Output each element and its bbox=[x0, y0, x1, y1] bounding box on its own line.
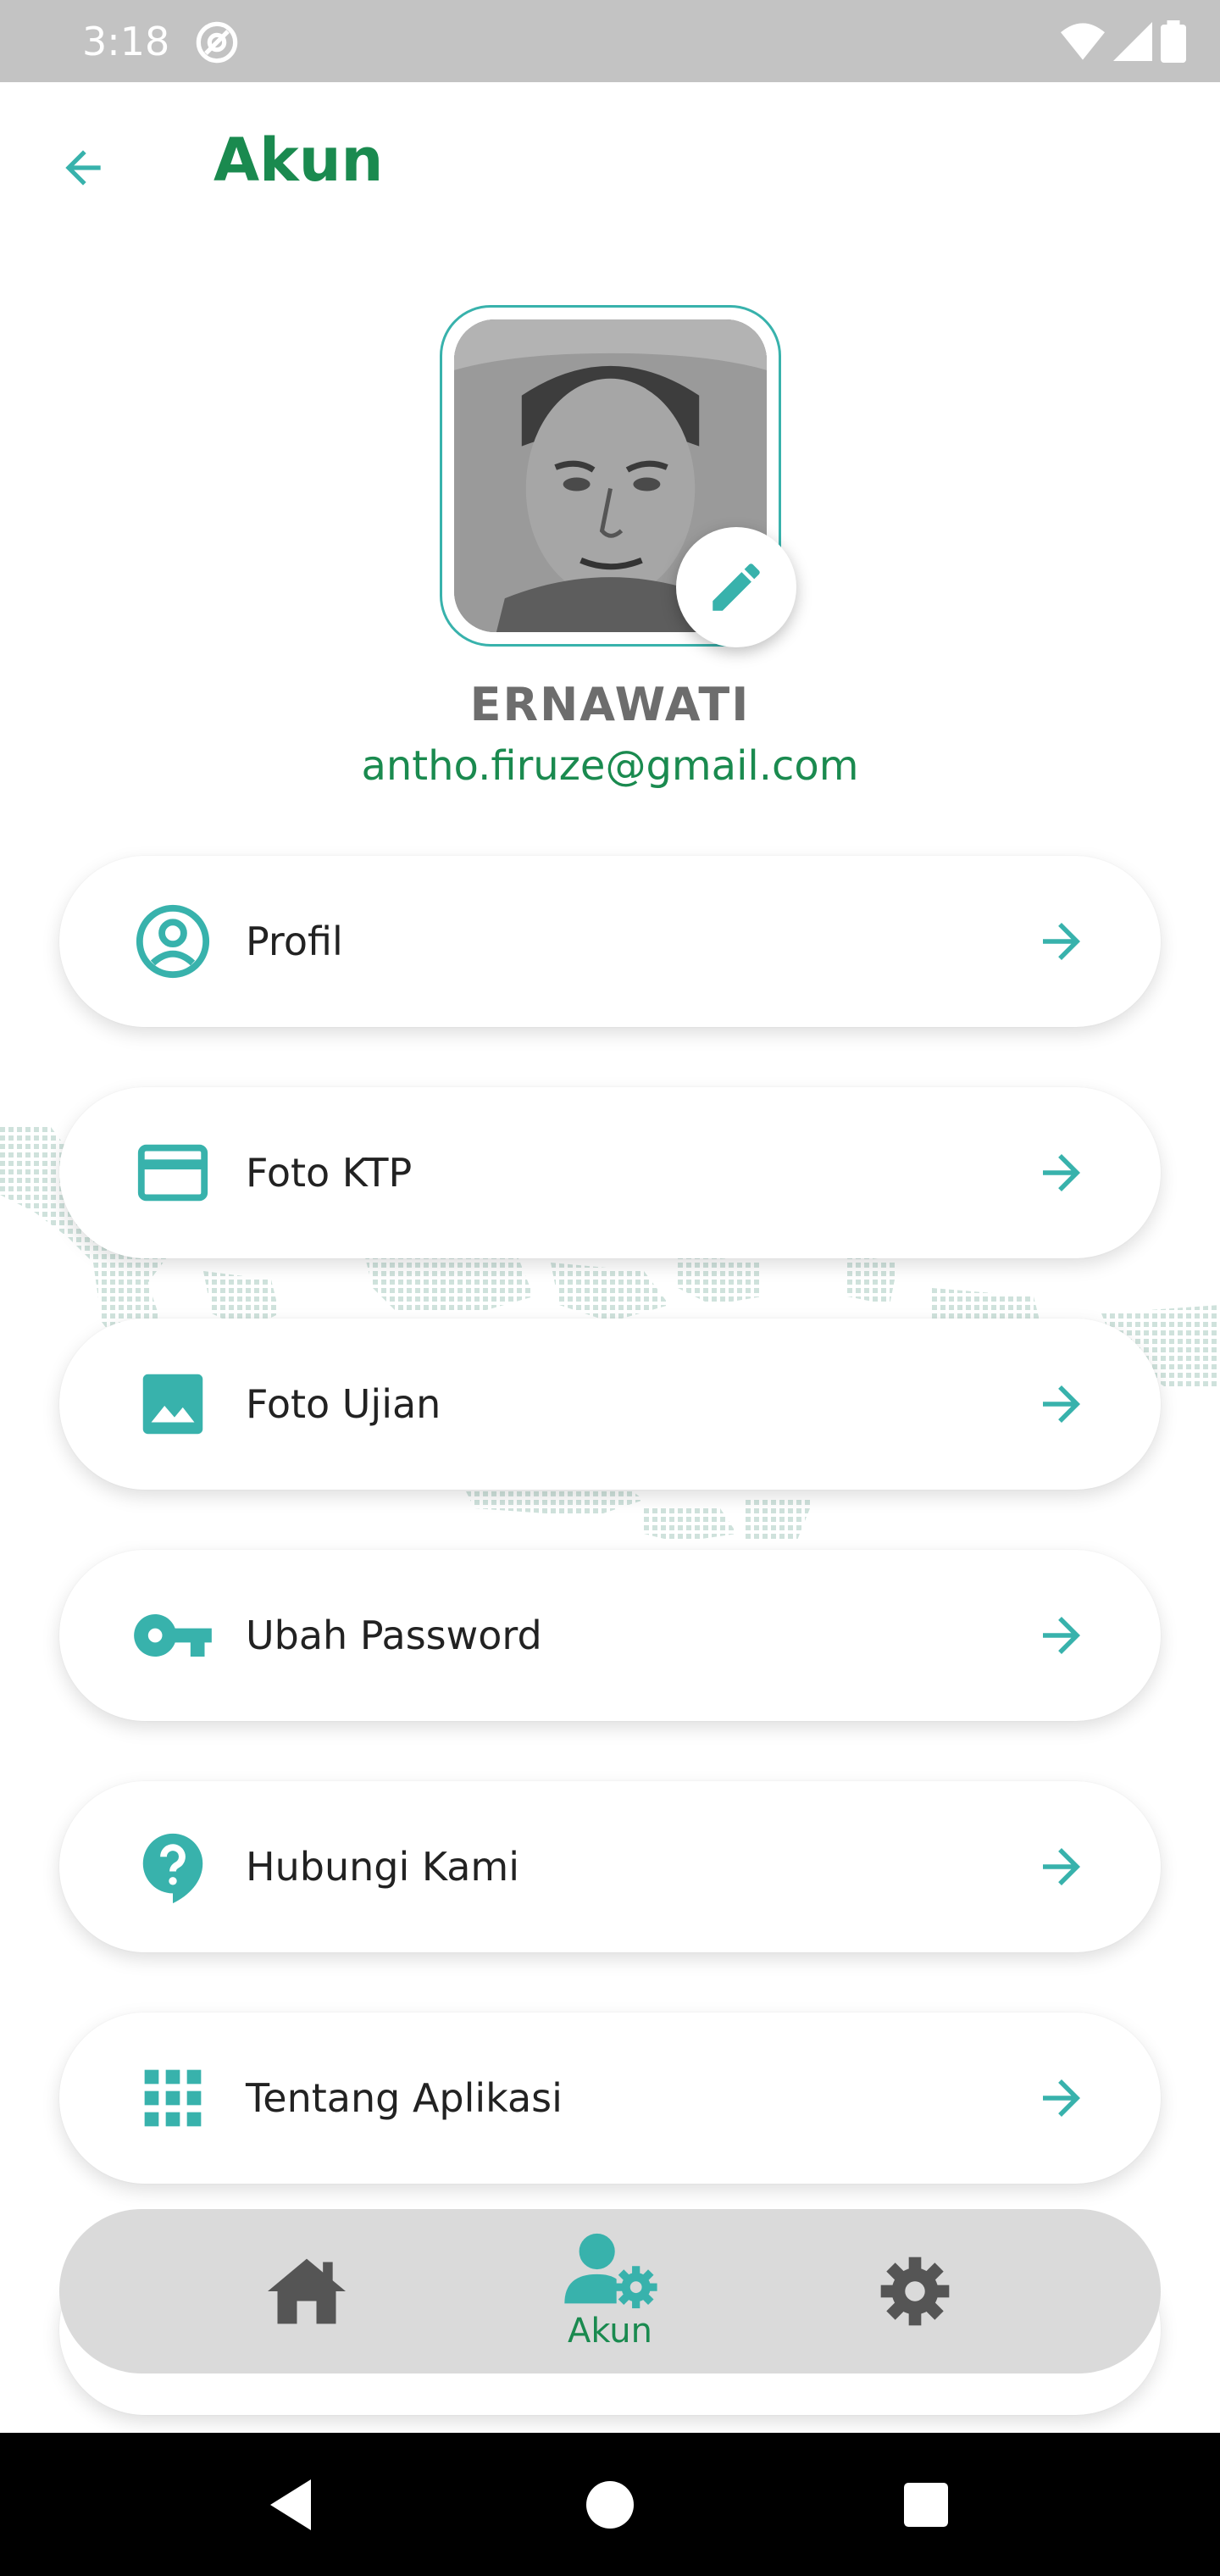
nav-settings[interactable] bbox=[788, 2209, 1042, 2373]
menu-item-label: Foto KTP bbox=[246, 1150, 413, 1196]
wifi-icon bbox=[1061, 23, 1105, 60]
key-icon bbox=[130, 1593, 215, 1678]
menu-item-foto-ktp[interactable]: Foto KTP bbox=[59, 1087, 1161, 1258]
nav-akun[interactable]: Akun bbox=[483, 2209, 737, 2373]
gear-icon bbox=[880, 2257, 950, 2326]
menu-item-tentang-aplikasi[interactable]: Tentang Aplikasi bbox=[59, 2012, 1161, 2184]
arrow-right-icon bbox=[1030, 1373, 1093, 1435]
menu-item-foto-ujian[interactable]: Foto Ujian bbox=[59, 1319, 1161, 1490]
menu-item-ubah-password[interactable]: Ubah Password bbox=[59, 1550, 1161, 1721]
menu-item-label: Profil bbox=[246, 919, 343, 964]
signal-icon bbox=[1113, 22, 1152, 61]
arrow-right-icon bbox=[1030, 1835, 1093, 1898]
nav-akun-label: Akun bbox=[568, 2312, 652, 2351]
arrow-right-icon bbox=[1030, 1604, 1093, 1667]
system-nav-bar bbox=[0, 2433, 1220, 2576]
arrow-right-icon bbox=[1030, 1141, 1093, 1204]
status-bar: 3:18 bbox=[0, 0, 1220, 82]
pencil-icon bbox=[713, 564, 760, 611]
menu-item-label: Hubungi Kami bbox=[246, 1844, 519, 1890]
system-recents-button[interactable] bbox=[888, 2467, 964, 2543]
user-name: ERNAWATI bbox=[469, 678, 751, 731]
circle-home-icon bbox=[586, 2481, 634, 2529]
arrow-right-icon bbox=[1030, 2067, 1093, 2129]
back-button[interactable] bbox=[51, 136, 115, 200]
menu-item-profil[interactable]: Profil bbox=[59, 856, 1161, 1027]
status-time: 3:18 bbox=[82, 19, 170, 64]
help-bubble-icon bbox=[130, 1824, 215, 1909]
menu-item-label: Tentang Aplikasi bbox=[246, 2075, 563, 2121]
bottom-nav: Akun bbox=[59, 2209, 1161, 2373]
image-icon bbox=[130, 1362, 215, 1446]
apps-grid-icon bbox=[130, 2056, 215, 2140]
account-circle-icon bbox=[130, 899, 215, 984]
menu-item-label: Ubah Password bbox=[246, 1613, 542, 1658]
system-home-button[interactable] bbox=[572, 2467, 648, 2543]
system-back-button[interactable] bbox=[252, 2467, 329, 2543]
user-email: antho.firuze@gmail.com bbox=[361, 742, 859, 790]
arrow-left-icon bbox=[65, 150, 101, 186]
square-recents-icon bbox=[904, 2483, 948, 2527]
triangle-back-icon bbox=[270, 2479, 311, 2530]
nav-home[interactable] bbox=[180, 2209, 434, 2373]
menu-item-label: Foto Ujian bbox=[246, 1381, 441, 1427]
credit-card-icon bbox=[130, 1130, 215, 1215]
arrow-right-icon bbox=[1030, 910, 1093, 973]
battery-icon bbox=[1161, 20, 1186, 63]
at-sign-icon bbox=[196, 21, 238, 64]
page-title: Akun bbox=[214, 125, 384, 195]
menu-item-hubungi-kami[interactable]: Hubungi Kami bbox=[59, 1781, 1161, 1952]
home-icon bbox=[268, 2258, 346, 2324]
edit-avatar-button[interactable] bbox=[676, 527, 796, 647]
user-cog-icon bbox=[564, 2233, 657, 2309]
